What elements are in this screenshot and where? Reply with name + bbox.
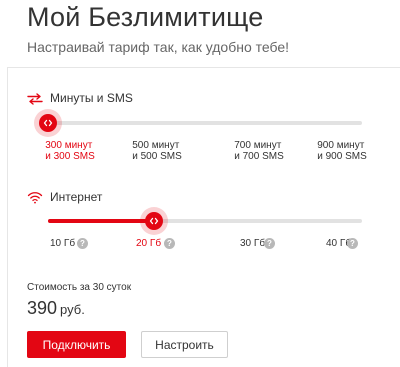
internet-option-10[interactable]: 10 Гб: [50, 238, 75, 249]
info-icon[interactable]: ?: [77, 238, 88, 249]
page-title: Мой Безлимитище: [27, 2, 264, 32]
internet-slider-fill: [48, 219, 154, 223]
info-icon[interactable]: ?: [164, 238, 175, 249]
minutes-sms-label: Минуты и SMS: [50, 91, 133, 105]
internet-label: Интернет: [50, 190, 103, 204]
info-icon[interactable]: ?: [347, 238, 358, 249]
page-subtitle: Настраивай тариф так, как удобно тебе!: [27, 39, 290, 55]
cost-period-label: Стоимость за 30 суток: [27, 282, 132, 293]
info-icon[interactable]: ?: [264, 238, 275, 249]
wifi-icon: [27, 191, 43, 204]
internet-option-20[interactable]: 20 Гб: [136, 238, 161, 249]
connect-button[interactable]: Подключить: [27, 331, 126, 358]
minutes-option-700[interactable]: 700 минут и 700 SMS: [234, 140, 284, 162]
internet-option-30[interactable]: 30 Гб: [240, 238, 265, 249]
internet-slider-handle[interactable]: [145, 212, 163, 230]
minutes-option-300[interactable]: 300 минут и 300 SMS: [45, 140, 95, 162]
arrows-swap-icon: [27, 92, 43, 105]
card-border-top: [7, 67, 400, 68]
minutes-option-500[interactable]: 500 минут и 500 SMS: [132, 140, 182, 162]
minutes-sms-slider-track[interactable]: [48, 121, 362, 125]
card-border-left: [7, 67, 8, 367]
price-currency: руб.: [60, 302, 85, 317]
price-amount: 390: [27, 298, 58, 318]
configure-button[interactable]: Настроить: [141, 331, 228, 358]
minutes-sms-slider-handle[interactable]: [39, 114, 57, 132]
price-value: 390 руб.: [27, 298, 85, 319]
minutes-option-900[interactable]: 900 минут и 900 SMS: [317, 140, 367, 162]
